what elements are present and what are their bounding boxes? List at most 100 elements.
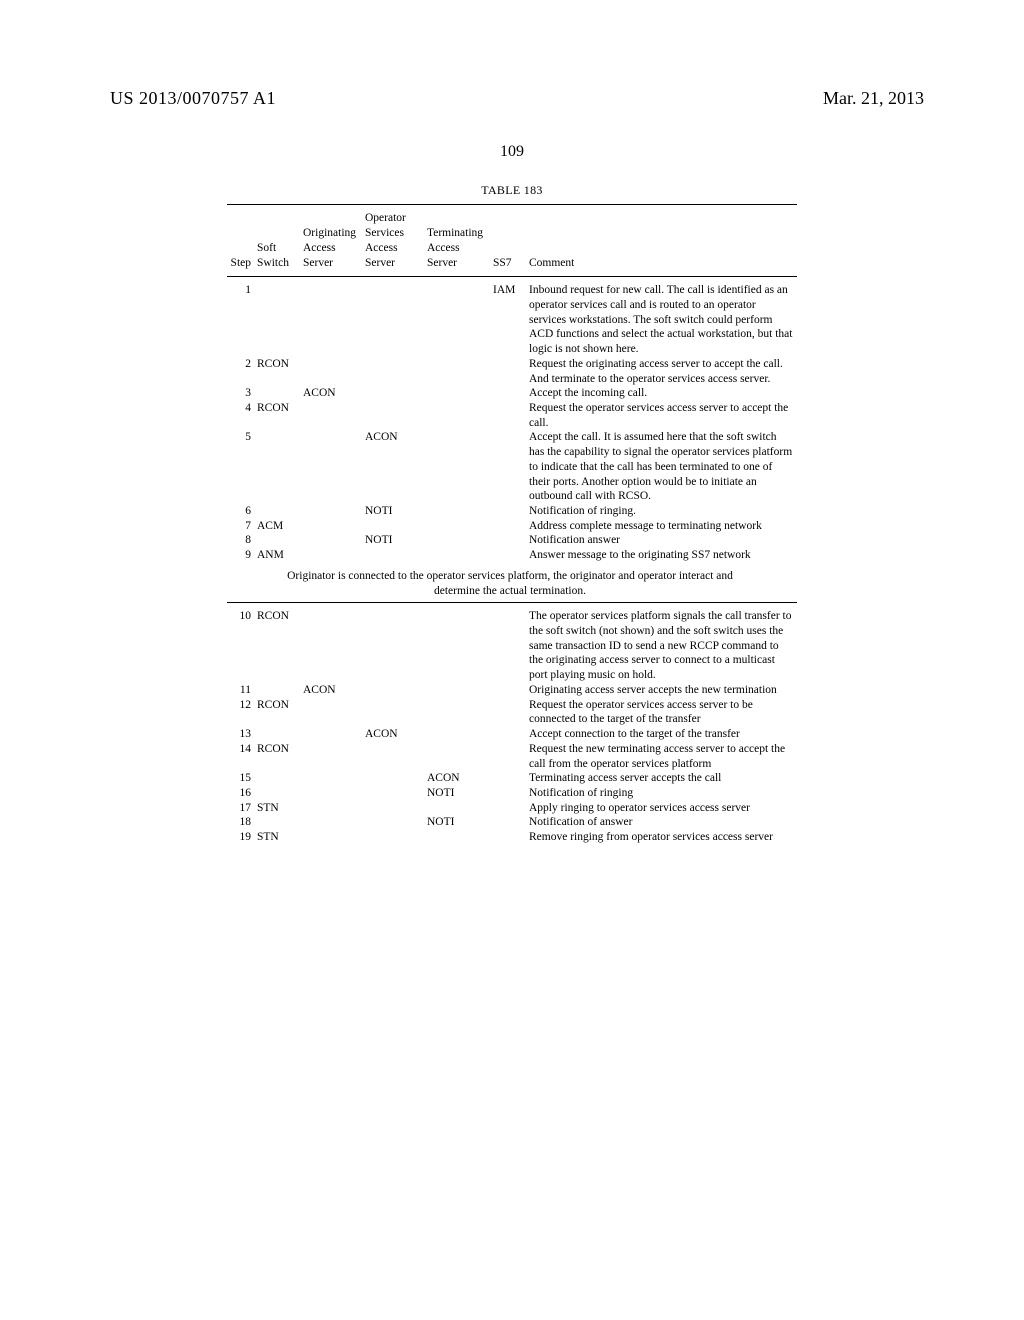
- page-number: 109: [0, 143, 1024, 161]
- cell-ss7: [493, 357, 529, 386]
- table-row: 6NOTINotification of ringing.: [227, 504, 797, 519]
- table-row: 5ACONAccept the call. It is assumed here…: [227, 430, 797, 504]
- cell-step: 16: [227, 786, 257, 801]
- cell-comment: Answer message to the originating SS7 ne…: [529, 548, 797, 563]
- table-row: 1 IAMInbound request for new call. The ca…: [227, 277, 797, 357]
- publication-number: US 2013/0070757 A1: [110, 88, 276, 109]
- cell-soft-switch: [257, 786, 303, 801]
- cell-op-services: NOTI: [365, 504, 427, 519]
- cell-soft-switch: RCON: [257, 603, 303, 683]
- cell-ss7: IAM: [493, 277, 529, 357]
- cell-orig-access: [303, 727, 365, 742]
- table-row: 3 ACON Accept the incoming call.: [227, 386, 797, 401]
- cell-soft-switch: [257, 815, 303, 830]
- cell-soft-switch: [257, 277, 303, 357]
- cell-comment: Request the new terminating access serve…: [529, 742, 797, 771]
- cell-ss7: [493, 830, 529, 845]
- cell-step: 10: [227, 603, 257, 683]
- cell-comment: Notification of answer: [529, 815, 797, 830]
- cell-comment: Remove ringing from operator services ac…: [529, 830, 797, 845]
- cell-ss7: [493, 771, 529, 786]
- cell-orig-access: [303, 801, 365, 816]
- cell-op-services: [365, 698, 427, 727]
- cell-term-access: [427, 548, 493, 563]
- col-term-access: TerminatingAccessServer: [427, 205, 493, 277]
- table-row: 4RCONRequest the operator services acces…: [227, 401, 797, 430]
- cell-term-access: [427, 801, 493, 816]
- cell-step: 18: [227, 815, 257, 830]
- cell-comment: The operator services platform signals t…: [529, 603, 797, 683]
- step-table: Step SoftSwitch OriginatingAccessServer …: [227, 204, 797, 844]
- cell-ss7: [493, 548, 529, 563]
- cell-ss7: [493, 786, 529, 801]
- cell-ss7: [493, 742, 529, 771]
- page-header: US 2013/0070757 A1 Mar. 21, 2013: [0, 0, 1024, 109]
- cell-soft-switch: RCON: [257, 698, 303, 727]
- cell-soft-switch: RCON: [257, 742, 303, 771]
- table-row: 14RCONRequest the new terminating access…: [227, 742, 797, 771]
- publication-date: Mar. 21, 2013: [823, 88, 924, 109]
- cell-step: 6: [227, 504, 257, 519]
- cell-term-access: [427, 533, 493, 548]
- cell-comment: Notification of ringing: [529, 786, 797, 801]
- cell-step: 8: [227, 533, 257, 548]
- table-row: 19STN Remove ringing from operator servic…: [227, 830, 797, 845]
- cell-op-services: [365, 357, 427, 386]
- cell-soft-switch: RCON: [257, 401, 303, 430]
- cell-step: 11: [227, 683, 257, 698]
- cell-op-services: [365, 683, 427, 698]
- cell-term-access: [427, 430, 493, 504]
- table-row: 13ACONAccept connection to the target of…: [227, 727, 797, 742]
- cell-comment: Request the originating access server to…: [529, 357, 797, 386]
- table-row: 12RCONRequest the operator services acce…: [227, 698, 797, 727]
- cell-soft-switch: [257, 727, 303, 742]
- table-row: 7ACMAddress complete message to terminat…: [227, 519, 797, 534]
- cell-step: 3: [227, 386, 257, 401]
- table-row: 8 NOTI Notification answer: [227, 533, 797, 548]
- cell-comment: Request the operator services access ser…: [529, 401, 797, 430]
- cell-step: 5: [227, 430, 257, 504]
- cell-ss7: [493, 504, 529, 519]
- cell-ss7: [493, 603, 529, 683]
- col-orig-access: OriginatingAccessServer: [303, 205, 365, 277]
- table-row: 18 NOTI Notification of answer: [227, 815, 797, 830]
- cell-soft-switch: [257, 430, 303, 504]
- cell-comment: Accept the call. It is assumed here that…: [529, 430, 797, 504]
- cell-comment: Notification answer: [529, 533, 797, 548]
- cell-orig-access: [303, 603, 365, 683]
- cell-op-services: [365, 277, 427, 357]
- cell-op-services: [365, 742, 427, 771]
- cell-ss7: [493, 519, 529, 534]
- cell-comment: Inbound request for new call. The call i…: [529, 277, 797, 357]
- cell-orig-access: [303, 698, 365, 727]
- cell-op-services: [365, 786, 427, 801]
- cell-op-services: [365, 548, 427, 563]
- cell-soft-switch: STN: [257, 830, 303, 845]
- cell-soft-switch: ANM: [257, 548, 303, 563]
- cell-op-services: [365, 771, 427, 786]
- cell-term-access: [427, 830, 493, 845]
- table-title: TABLE 183: [227, 183, 797, 198]
- cell-ss7: [493, 386, 529, 401]
- cell-orig-access: [303, 401, 365, 430]
- cell-term-access: ACON: [427, 771, 493, 786]
- cell-op-services: NOTI: [365, 533, 427, 548]
- separator-row: Originator is connected to the operator …: [227, 563, 797, 603]
- cell-orig-access: ACON: [303, 386, 365, 401]
- cell-ss7: [493, 815, 529, 830]
- cell-ss7: [493, 683, 529, 698]
- cell-ss7: [493, 727, 529, 742]
- cell-comment: Accept the incoming call.: [529, 386, 797, 401]
- cell-orig-access: [303, 357, 365, 386]
- cell-step: 19: [227, 830, 257, 845]
- cell-step: 1: [227, 277, 257, 357]
- cell-term-access: NOTI: [427, 815, 493, 830]
- cell-term-access: [427, 683, 493, 698]
- cell-orig-access: [303, 277, 365, 357]
- cell-comment: Accept connection to the target of the t…: [529, 727, 797, 742]
- cell-orig-access: [303, 504, 365, 519]
- cell-soft-switch: [257, 533, 303, 548]
- table-row: 17STNApply ringing to operator services …: [227, 801, 797, 816]
- table-header-row: Step SoftSwitch OriginatingAccessServer …: [227, 205, 797, 277]
- cell-orig-access: [303, 830, 365, 845]
